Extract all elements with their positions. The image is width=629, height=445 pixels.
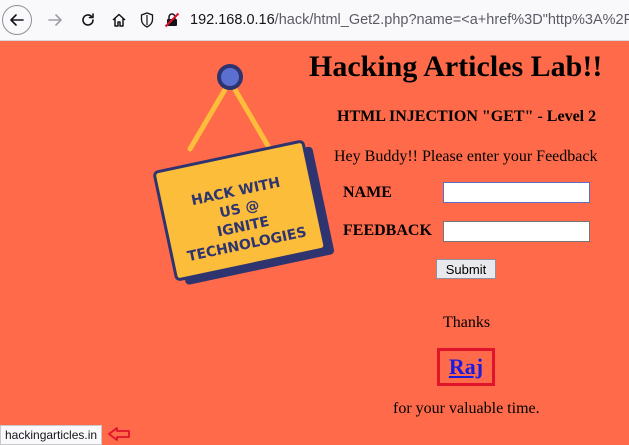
feedback-input[interactable] <box>443 221 590 242</box>
arrow-right-icon <box>48 14 62 26</box>
insecure-lock-icon[interactable] <box>164 12 180 28</box>
closing-text: for your valuable time. <box>393 400 540 417</box>
name-label: NAME <box>343 184 392 201</box>
shield-icon[interactable] <box>140 12 154 28</box>
home-icon <box>112 13 126 27</box>
forward-button[interactable] <box>40 5 70 35</box>
injected-raj-link[interactable]: Raj <box>449 354 483 380</box>
page-content: HACK WITH US @ IGNITE TECHNOLOGIES Hacki… <box>0 41 629 445</box>
url-path: /hack/html_Get2.php?name=<a+href%3D"http… <box>274 12 629 28</box>
arrow-left-annotation-icon <box>108 427 130 441</box>
back-button[interactable] <box>2 5 32 35</box>
reload-button[interactable] <box>73 5 103 35</box>
feedback-label: FEEDBACK <box>343 222 432 239</box>
thanks-text: Thanks <box>443 314 491 331</box>
submit-button[interactable]: Submit <box>436 259 496 279</box>
page-title: Hacking Articles Lab!! <box>309 50 603 83</box>
injected-link-highlight: Raj <box>437 348 495 386</box>
home-button[interactable] <box>104 5 134 35</box>
feedback-prompt: Hey Buddy!! Please enter your Feedback <box>334 148 598 165</box>
hanging-sign-image: HACK WITH US @ IGNITE TECHNOLOGIES <box>150 61 345 286</box>
browser-toolbar: 192.168.0.16/hack/html_Get2.php?name=<a+… <box>0 0 629 41</box>
url-host: 192.168.0.16 <box>190 12 275 28</box>
link-status-bar: hackingarticles.in <box>0 425 103 445</box>
level-subtitle: HTML INJECTION "GET" - Level 2 <box>337 108 597 125</box>
reload-icon <box>82 13 94 26</box>
name-input[interactable] <box>443 182 590 203</box>
address-bar[interactable]: 192.168.0.16/hack/html_Get2.php?name=<a+… <box>140 5 629 35</box>
arrow-left-icon <box>10 14 24 26</box>
